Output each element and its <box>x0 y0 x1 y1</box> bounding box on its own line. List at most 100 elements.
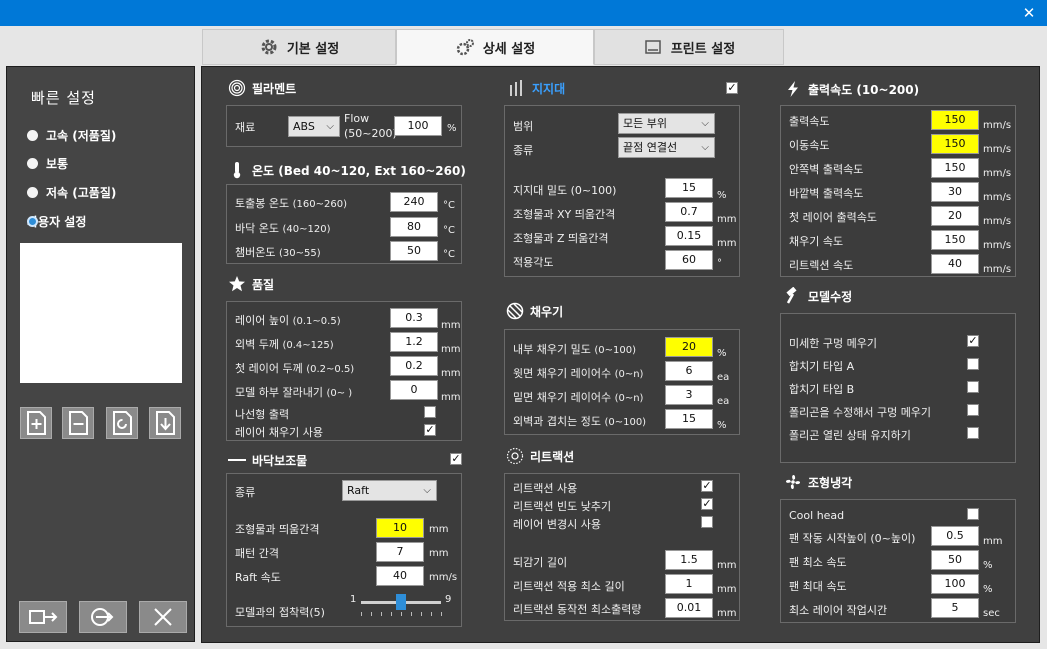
fill-small-holes-checkbox[interactable]: ✓ <box>967 335 979 347</box>
support-type-select[interactable]: 끝점 연결선 ⌵ <box>618 137 715 158</box>
retraction-min-extrude-input[interactable]: 0.01 <box>665 598 713 618</box>
material-value: ABS <box>293 120 315 133</box>
section-label: 필라멘트 <box>252 81 297 96</box>
model-fix-section-title: 모델수정 <box>784 287 852 305</box>
keep-open-polygons-checkbox[interactable] <box>967 427 979 439</box>
slider-thumb[interactable] <box>396 594 406 610</box>
cool-head-checkbox[interactable] <box>967 508 979 520</box>
printer-icon <box>645 40 661 54</box>
radio-dot-selected <box>27 216 38 227</box>
speed-unit: mm/s <box>983 168 1012 179</box>
add-profile-button[interactable] <box>20 407 52 439</box>
support-checkbox[interactable]: ✓ <box>726 82 738 94</box>
export-usb-button[interactable] <box>19 601 67 633</box>
tab-print-settings[interactable]: 프린트 설정 <box>594 29 784 65</box>
support-z-gap-input[interactable]: 0.15 <box>665 226 713 246</box>
quality-unit: mm <box>441 368 461 379</box>
support-range-value: 모든 부위 <box>623 117 667 130</box>
inner-wall-speed-input[interactable]: 150 <box>931 158 979 178</box>
raft-gap-input[interactable]: 10 <box>376 518 424 538</box>
material-label: 재료 <box>235 121 256 134</box>
quality-unit: mm <box>441 320 461 331</box>
min-layer-time-input[interactable]: 5 <box>931 598 979 618</box>
temp-unit: °C <box>443 225 455 236</box>
infill-overlap-input[interactable]: 15 <box>665 409 713 429</box>
speed-row-label: 리트렉션 속도 <box>789 259 854 272</box>
import-button[interactable] <box>79 601 127 633</box>
layer-height-input[interactable]: 0.3 <box>390 308 438 328</box>
section-label: 품질 <box>252 277 275 292</box>
fan-start-height-input[interactable]: 0.5 <box>931 526 979 546</box>
cooling-row-label: 팬 최대 속도 <box>789 580 847 593</box>
speed-unit: mm/s <box>983 144 1012 155</box>
flow-input[interactable]: 100 <box>394 116 442 136</box>
remove-profile-button[interactable] <box>62 407 94 439</box>
retraction-use-checkbox[interactable]: ✓ <box>701 480 713 492</box>
nozzle-temp-input[interactable]: 240 <box>390 192 438 212</box>
retraction-length-input[interactable]: 1.5 <box>665 550 713 570</box>
fill-small-holes-label: 미세한 구멍 메우기 <box>789 337 877 350</box>
outer-wall-speed-input[interactable]: 30 <box>931 182 979 202</box>
retraction-speed-input[interactable]: 40 <box>931 254 979 274</box>
retraction-min-length-input[interactable]: 1 <box>665 574 713 594</box>
support-pillars-icon <box>510 80 522 96</box>
speed-unit: mm/s <box>983 264 1012 275</box>
first-layer-thickness-input[interactable]: 0.2 <box>390 356 438 376</box>
print-speed-input[interactable]: 150 <box>931 110 979 130</box>
bottom-layers-input[interactable]: 3 <box>665 385 713 405</box>
fix-polygon-holes-checkbox[interactable] <box>967 404 979 416</box>
infill-unit: % <box>717 420 727 431</box>
bottom-cut-input[interactable]: 0 <box>390 380 438 400</box>
cooling-unit: mm <box>983 536 1003 547</box>
bottom-support-checkbox[interactable]: ✓ <box>450 453 462 465</box>
support-unit: mm <box>717 238 737 249</box>
radio-normal[interactable]: 보통 <box>27 155 68 172</box>
retraction-layer-change-checkbox[interactable] <box>701 516 713 528</box>
tab-advanced-settings[interactable]: 상세 설정 <box>396 29 594 65</box>
tab-basic-settings[interactable]: 기본 설정 <box>202 29 396 65</box>
retraction-unit: mm <box>717 608 737 619</box>
radio-fast[interactable]: 고속 (저품질) <box>27 127 116 144</box>
download-file-icon <box>156 411 175 435</box>
fan-min-speed-input[interactable]: 50 <box>931 550 979 570</box>
spiral-checkbox[interactable] <box>424 406 436 418</box>
merge-type-b-checkbox[interactable] <box>967 381 979 393</box>
radio-custom[interactable]: 사용자 설정 <box>27 213 86 230</box>
close-button[interactable] <box>139 601 187 633</box>
quality-section-title: 품질 <box>228 275 274 293</box>
support-xy-gap-input[interactable]: 0.7 <box>665 202 713 222</box>
first-layer-speed-input[interactable]: 20 <box>931 206 979 226</box>
layer-fill-checkbox[interactable]: ✓ <box>424 424 436 436</box>
adhesion-slider[interactable] <box>361 594 442 618</box>
travel-speed-input[interactable]: 150 <box>931 134 979 154</box>
wall-thickness-input[interactable]: 1.2 <box>390 332 438 352</box>
support-range-select[interactable]: 모든 부위 ⌵ <box>618 113 715 134</box>
raft-type-label: 종류 <box>235 486 256 499</box>
infill-density-input[interactable]: 20 <box>665 337 713 357</box>
close-icon[interactable]: ✕ <box>1019 3 1039 23</box>
advanced-settings-panel: 필라멘트 재료 ABS ⌵ Flow (50~200) 100 % 온도 (Bed… <box>201 66 1040 643</box>
retraction-reduce-checkbox[interactable]: ✓ <box>701 498 713 510</box>
filament-section-title: 필라멘트 <box>228 79 296 97</box>
chamber-temp-input[interactable]: 50 <box>390 241 438 261</box>
support-density-input[interactable]: 15 <box>665 178 713 198</box>
refresh-profile-button[interactable] <box>106 407 138 439</box>
top-layers-input[interactable]: 6 <box>665 361 713 381</box>
pattern-spacing-input[interactable]: 7 <box>376 542 424 562</box>
tab-label: 기본 설정 <box>286 41 340 57</box>
material-select[interactable]: ABS ⌵ <box>288 116 340 137</box>
layer-fill-label: 레이어 채우기 사용 <box>235 426 323 439</box>
infill-speed-input[interactable]: 150 <box>931 230 979 250</box>
raft-speed-input[interactable]: 40 <box>376 566 424 586</box>
cooling-section-title: 조형냉각 <box>784 473 852 491</box>
raft-type-value: Raft <box>347 484 370 497</box>
download-profile-button[interactable] <box>149 407 181 439</box>
support-angle-input[interactable]: 60 <box>665 250 713 270</box>
bed-temp-input[interactable]: 80 <box>390 217 438 237</box>
radio-slow[interactable]: 저속 (고품질) <box>27 184 116 201</box>
merge-type-a-checkbox[interactable] <box>967 358 979 370</box>
temp-unit: °C <box>443 249 455 260</box>
slider-tick <box>371 612 372 616</box>
raft-type-select[interactable]: Raft ⌵ <box>342 480 437 501</box>
fan-max-speed-input[interactable]: 100 <box>931 574 979 594</box>
